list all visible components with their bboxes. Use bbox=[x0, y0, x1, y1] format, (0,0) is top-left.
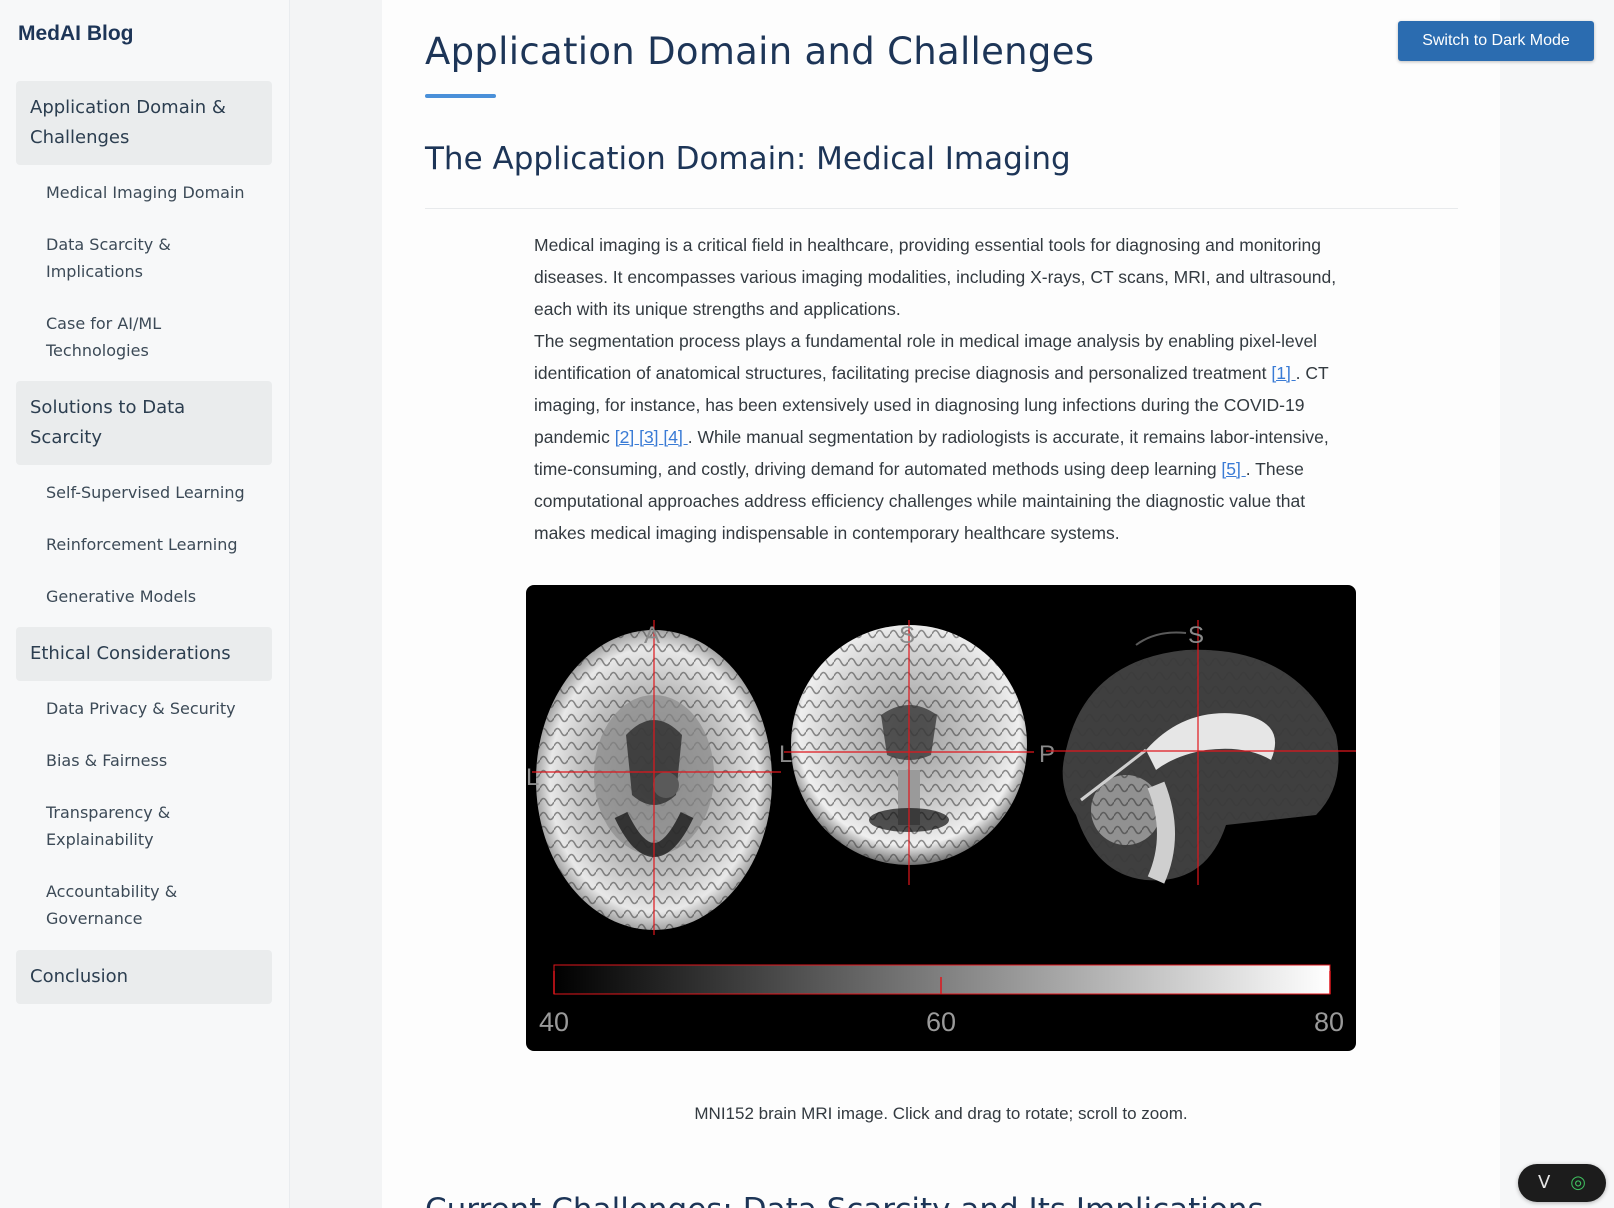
title-underline bbox=[425, 94, 496, 98]
next-section-heading: Current Challenges: Data Scarcity and It… bbox=[425, 1196, 1325, 1208]
nav-section-conclusion[interactable]: Conclusion bbox=[16, 950, 272, 1004]
coronal-label-left: L bbox=[779, 741, 792, 768]
section-divider bbox=[425, 208, 1458, 209]
page-title: Application Domain and Challenges bbox=[425, 30, 1095, 73]
next-section-heading-text: Current Challenges: Data Scarcity and It… bbox=[425, 1196, 1325, 1208]
colorbar-gradient bbox=[553, 964, 1331, 995]
figure-caption: MNI152 brain MRI image. Click and drag t… bbox=[694, 1104, 1188, 1123]
nav-item-bias-fairness[interactable]: Bias & Fairness bbox=[16, 747, 272, 774]
axial-label-anterior: A bbox=[644, 622, 660, 649]
intro-paragraph: Medical imaging is a critical field in h… bbox=[534, 235, 1337, 319]
floating-toolbar-widget[interactable]: V ◎ bbox=[1518, 1164, 1606, 1202]
target-icon[interactable]: ◎ bbox=[1570, 1174, 1586, 1192]
brain-mri-viewer[interactable]: A L S L P S 40 60 80 bbox=[526, 585, 1356, 1051]
nav-item-accountability[interactable]: Accountability & Governance bbox=[16, 878, 196, 932]
section-title: The Application Domain: Medical Imaging bbox=[425, 141, 1071, 177]
nav-section-solutions[interactable]: Solutions to Data Scarcity bbox=[16, 381, 272, 465]
nav-section-ethical[interactable]: Ethical Considerations bbox=[16, 627, 272, 681]
citation-link-4[interactable]: [4] bbox=[663, 427, 687, 447]
left-gutter bbox=[290, 0, 382, 1208]
colorbar-tick-mid: 60 bbox=[926, 1007, 956, 1037]
colorbar: 40 60 80 bbox=[539, 964, 1344, 1037]
nav-item-case-for-ai-ml[interactable]: Case for AI/ML Technologies bbox=[16, 310, 272, 364]
colorbar-tick-min: 40 bbox=[539, 1007, 569, 1037]
nav-item-transparency[interactable]: Transparency & Explainability bbox=[16, 799, 196, 853]
citation-link-3[interactable]: [3] bbox=[639, 427, 663, 447]
nav-item-data-scarcity-implications[interactable]: Data Scarcity & Implications bbox=[16, 231, 272, 285]
sidebar: MedAI Blog Application Domain & Challeng… bbox=[0, 0, 290, 1208]
coronal-slice[interactable]: S L P bbox=[779, 620, 1055, 885]
sagittal-label-superior: S bbox=[1188, 622, 1204, 649]
coronal-label-superior: S bbox=[899, 622, 915, 649]
nav-item-generative-models[interactable]: Generative Models bbox=[16, 583, 272, 610]
paragraph-text: The segmentation process plays a fundame… bbox=[534, 331, 1318, 383]
nav-section-application-domain[interactable]: Application Domain & Challenges bbox=[16, 81, 272, 165]
vue-devtools-icon[interactable]: V bbox=[1538, 1174, 1550, 1192]
brand-title[interactable]: MedAI Blog bbox=[18, 22, 134, 46]
colorbar-tick-max: 80 bbox=[1314, 1007, 1344, 1037]
axial-label-left: L bbox=[526, 764, 539, 791]
nav-item-medical-imaging-domain[interactable]: Medical Imaging Domain bbox=[16, 179, 272, 206]
dark-mode-toggle-button[interactable]: Switch to Dark Mode bbox=[1398, 21, 1594, 61]
segmentation-paragraph: The segmentation process plays a fundame… bbox=[534, 325, 1354, 549]
nav-item-self-supervised[interactable]: Self-Supervised Learning bbox=[16, 479, 272, 506]
sagittal-slice[interactable]: S bbox=[1046, 620, 1356, 885]
citation-link-1[interactable]: [1] bbox=[1271, 363, 1295, 383]
citation-link-5[interactable]: [5] bbox=[1221, 459, 1245, 479]
nav-item-data-privacy[interactable]: Data Privacy & Security bbox=[16, 695, 272, 722]
right-gutter bbox=[1500, 0, 1614, 1208]
coronal-label-posterior: P bbox=[1039, 741, 1055, 768]
sidebar-nav: Application Domain & Challenges Medical … bbox=[16, 81, 272, 1004]
mri-canvas[interactable]: A L S L P S 40 60 80 bbox=[526, 585, 1356, 1051]
citation-link-2[interactable]: [2] bbox=[615, 427, 639, 447]
axial-slice[interactable]: A L bbox=[526, 620, 781, 935]
nav-item-reinforcement[interactable]: Reinforcement Learning bbox=[16, 531, 272, 558]
